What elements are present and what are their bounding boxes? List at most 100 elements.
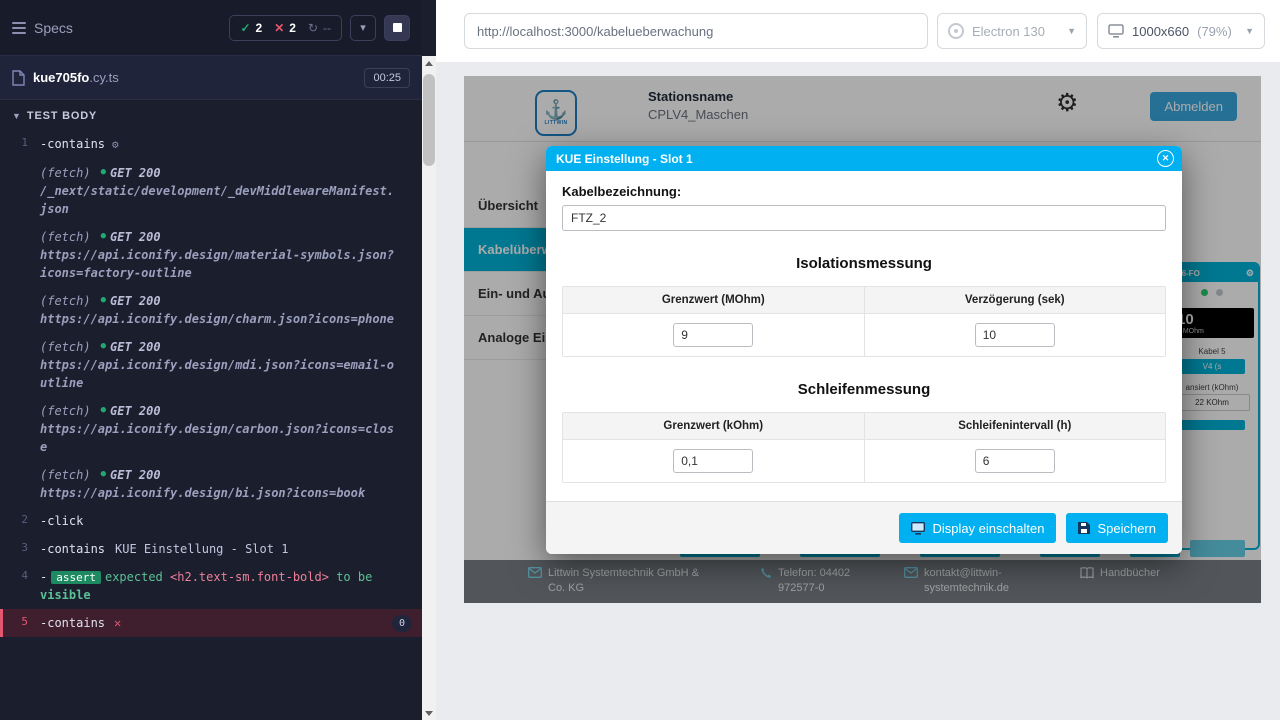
spec-file-row[interactable]: kue705fo.cy.ts 00:25 [0,56,422,100]
fetch-log-header: (fetch)●GET 200 [40,466,396,484]
iso-delay-input[interactable] [975,323,1055,347]
reporter-scrollbar[interactable] [422,56,436,720]
specs-list-icon[interactable] [12,22,26,34]
app-under-test: Stationsname CPLV4_Maschen ⚙ Abmelden ⚓ … [464,76,1261,603]
command-body: -contains✕ [40,614,396,632]
stop-button[interactable] [384,15,410,41]
stat-passed[interactable]: ✓ 2 [240,21,262,35]
command-name: -contains [40,542,105,556]
cypress-reporter-panel: Specs ✓ 2 ✕ 2 ↻ -- ▾ kue705fo.cy.ts [0,0,436,720]
fetch-log: (fetch)●GET 200https://api.iconify.desig… [40,466,396,502]
fetch-prefix: (fetch) [40,402,91,420]
chevron-down-icon: ▼ [1245,26,1254,36]
http-status: GET 200 [110,228,161,246]
command-log-row[interactable]: (fetch)●GET 200https://api.iconify.desig… [0,461,422,507]
cable-designation-input[interactable] [562,205,1166,231]
chevron-down-icon: ▼ [12,111,21,121]
status-dot-icon: ● [101,294,106,308]
command-row[interactable]: 1-contains⚙ [0,130,422,159]
assert-target: <h2.text-sm.font-bold> [170,570,329,584]
status-dot-icon: ● [101,166,106,180]
command-row[interactable]: 3-contains KUE Einstellung - Slot 1 [0,535,422,563]
column-header: Grenzwert (MOhm) [563,287,864,313]
step-number: 2 [0,512,40,530]
fetch-log-header: (fetch) ● GET 200 [40,338,396,356]
assert-condition-bold: visible [40,588,91,602]
request-url: https://api.iconify.design/mdi.json?icon… [40,356,396,392]
loop-limit-input[interactable] [673,449,753,473]
http-status: GET 200 [110,292,161,310]
step-number: 1 [0,135,40,154]
modal-title: KUE Einstellung - Slot 1 [556,152,693,166]
command-log-row[interactable]: (fetch)●GET 200https://api.iconify.desig… [0,397,422,461]
http-status: GET 200 [110,402,161,420]
display-on-button[interactable]: Display einschalten [899,513,1056,543]
loop-interval-input[interactable] [975,449,1055,473]
fetch-log: (fetch) ● GET 200https://api.iconify.desig… [40,338,396,392]
monitor-icon [911,522,925,535]
fetch-prefix: (fetch) [40,228,91,246]
command-log-row[interactable]: (fetch)●GET 200/_next/static/development… [0,159,422,223]
command-log-row[interactable]: (fetch)●GET 200https://api.iconify.desig… [0,287,422,333]
step-number: 3 [0,540,40,558]
fetch-log-header: (fetch)●GET 200 [40,228,396,246]
test-body-toggle[interactable]: ▼ TEST BODY [0,100,422,130]
modal-footer: Display einschalten Speichern [546,501,1182,554]
http-status: GET 200 [110,466,161,484]
fetch-log: (fetch)●GET 200https://api.iconify.desig… [40,292,396,328]
browser-select[interactable]: Electron 130 ▼ [937,13,1087,49]
http-status: GET 200 [110,338,161,356]
test-body-label: TEST BODY [27,110,97,122]
close-icon[interactable]: ✕ [1157,150,1174,167]
browser-topbar: http://localhost:3000/kabelueberwachung … [436,0,1280,62]
save-button[interactable]: Speichern [1066,513,1168,543]
fetch-prefix: (fetch) [40,164,91,182]
step-number [0,466,40,502]
browser-area: http://localhost:3000/kabelueberwachung … [436,0,1280,720]
command-row[interactable]: 2-click [0,507,422,535]
step-number: 5 [3,614,40,632]
url-bar[interactable]: http://localhost:3000/kabelueberwachung [464,13,928,49]
step-number [0,164,40,218]
command-name: -click [40,514,83,528]
assert-condition: to be [329,570,372,584]
command-log-row[interactable]: (fetch) ● GET 200https://api.iconify.desig… [0,333,422,397]
modal-header: KUE Einstellung - Slot 1 ✕ [546,146,1182,171]
stat-pending[interactable]: ↻ -- [308,21,331,35]
specs-label[interactable]: Specs [34,20,73,36]
command-body: -assertexpected <h2.text-sm.font-bold> t… [40,568,396,605]
fetch-prefix: (fetch) [40,338,91,356]
collapse-button[interactable]: ▾ [350,15,376,41]
scroll-up-arrow[interactable] [422,56,436,70]
viewport-size: 1000x660 [1132,24,1189,39]
command-row[interactable]: 5 0-contains✕ [0,609,422,637]
spec-name: kue705fo.cy.ts [33,70,119,85]
status-dot-icon: ● [101,340,106,354]
step-number: 4 [0,568,40,605]
command-argument: KUE Einstellung - Slot 1 [115,542,288,556]
command-dash: - [40,570,47,584]
fail-x-icon: ✕ [114,616,121,630]
viewport-select[interactable]: 1000x660 (79%) ▼ [1097,13,1265,49]
kue-settings-modal: KUE Einstellung - Slot 1 ✕ Kabelbezeichn… [546,146,1182,554]
isolation-section-title: Isolationsmessung [562,255,1166,272]
command-body: -contains⚙ [40,135,396,154]
stat-failed[interactable]: ✕ 2 [274,21,296,35]
request-url: https://api.iconify.design/charm.json?ic… [40,310,396,328]
assert-expected: expected [105,570,170,584]
command-row[interactable]: 4-assertexpected <h2.text-sm.font-bold> … [0,563,422,610]
command-log: 1-contains⚙ (fetch) ● GET 200 /_next/static/… [0,130,422,637]
scrollbar-thumb[interactable] [423,74,435,166]
command-log-row[interactable]: (fetch)●GET 200https://api.iconify.desig… [0,223,422,287]
column-header: Verzögerung (sek) [864,287,1166,313]
step-number [0,402,40,456]
fetch-log-header: (fetch)●GET 200 [40,164,396,182]
step-number [0,228,40,282]
refresh-icon: ↻ [308,21,318,35]
count-badge: 0 [392,615,412,632]
spec-timer: 00:25 [364,68,410,88]
scroll-down-arrow[interactable] [422,706,436,720]
iso-limit-input[interactable] [673,323,753,347]
chevron-down-icon: ▼ [1067,26,1076,36]
request-url: /_next/static/development/_devMiddleware… [40,182,396,218]
